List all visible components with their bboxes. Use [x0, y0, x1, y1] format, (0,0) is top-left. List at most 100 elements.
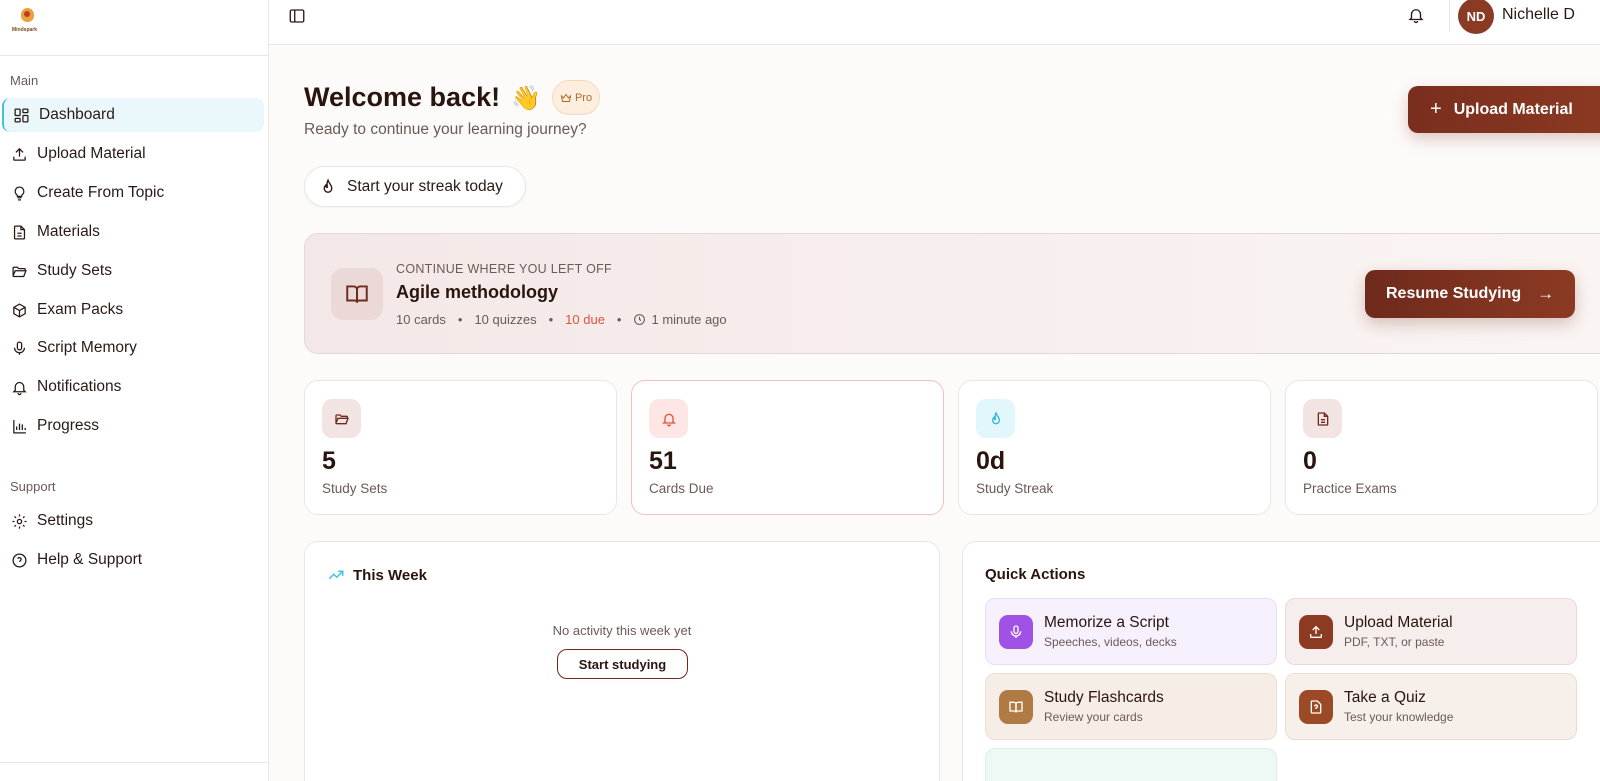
sidebar-item-help-support[interactable]: Help & Support: [2, 543, 264, 577]
quick-action-name: Upload Material: [1344, 614, 1453, 631]
notifications-bell-icon[interactable]: [1407, 6, 1425, 24]
topbar: ND Nichelle D: [269, 0, 1600, 45]
streak-pill[interactable]: Start your streak today: [304, 166, 526, 207]
qa-icon-box: [999, 615, 1033, 649]
upload-icon: [13, 147, 26, 161]
resume-studying-button[interactable]: Resume Studying →: [1365, 270, 1575, 318]
no-activity-text: No activity this week yet: [552, 623, 692, 638]
microphone-icon: [13, 340, 26, 355]
sidebar-item-label: Dashboard: [39, 106, 115, 123]
wave-emoji: 👋: [511, 85, 541, 112]
sidebar-item-label: Notifications: [37, 378, 122, 395]
nav-section-support: Support: [10, 479, 56, 494]
meta-separator: •: [616, 312, 622, 327]
sidebar-item-label: Progress: [37, 417, 100, 434]
document-icon: [13, 224, 26, 240]
user-name[interactable]: Nichelle D: [1502, 6, 1575, 24]
quick-action-name: Memorize a Script: [1044, 614, 1169, 631]
folder-icon: [334, 413, 349, 424]
upload-material-button-label: Upload Material: [1453, 100, 1573, 118]
stat-label: Study Sets: [322, 481, 388, 496]
sidebar-item-label: Settings: [37, 512, 94, 529]
logo-area: Mindspark: [0, 0, 268, 56]
avatar[interactable]: ND: [1458, 0, 1494, 34]
stat-label: Practice Exams: [1303, 481, 1397, 496]
stat-icon-box: [322, 399, 361, 438]
quick-action-name: Study Flashcards: [1044, 689, 1164, 706]
sidebar-item-settings[interactable]: Settings: [2, 504, 264, 538]
due-count: 10 due: [565, 312, 605, 327]
package-icon: [13, 302, 26, 318]
sidebar-item-script-memory[interactable]: Script Memory: [2, 331, 264, 365]
bar-chart-icon: [13, 419, 26, 434]
quick-action-desc: Review your cards: [1044, 710, 1143, 724]
stat-value: 0: [1303, 447, 1317, 475]
stat-value: 5: [322, 447, 336, 475]
nav-section-main: Main: [10, 73, 39, 88]
sidebar-item-label: Script Memory: [37, 339, 137, 356]
sidebar-item-label: Help & Support: [37, 551, 143, 568]
sidebar-item-label: Create From Topic: [37, 184, 165, 201]
sidebar-item-materials[interactable]: Materials: [2, 215, 264, 249]
quick-actions-card: Quick Actions Memorize a Script Speeches…: [962, 541, 1600, 781]
flame-icon: [323, 177, 333, 193]
arrow-right-icon: →: [1537, 284, 1555, 303]
help-icon: [12, 552, 27, 568]
stat-icon-box: [1303, 399, 1342, 438]
sidebar-toggle-icon[interactable]: [288, 7, 306, 25]
quick-action-study-flashcards[interactable]: Study Flashcards Review your cards: [985, 673, 1277, 740]
quick-actions-title: Quick Actions: [985, 566, 1086, 583]
meta-separator: •: [457, 312, 463, 327]
upload-material-button[interactable]: + Upload Material: [1408, 86, 1600, 133]
sidebar: Mindspark Main Dashboard Upload Material…: [0, 0, 269, 781]
sidebar-bottom-divider: [0, 762, 268, 763]
stat-card-study-sets[interactable]: 5 Study Sets: [304, 380, 617, 515]
start-studying-button[interactable]: Start studying: [557, 649, 688, 679]
sidebar-item-upload-material[interactable]: Upload Material: [2, 137, 264, 171]
qa-icon-box: [1299, 615, 1333, 649]
app-logo[interactable]: Mindspark: [12, 8, 42, 36]
quick-action-upload-material[interactable]: Upload Material PDF, TXT, or paste: [1285, 598, 1577, 665]
continue-title[interactable]: Agile methodology: [396, 282, 558, 303]
sidebar-item-notifications[interactable]: Notifications: [2, 370, 264, 404]
stat-card-study-streak[interactable]: 0d Study Streak: [958, 380, 1271, 515]
clock-icon: [634, 314, 646, 325]
continue-book-box: [331, 268, 383, 320]
flame-icon: [991, 410, 1000, 424]
lightbulb-icon: [14, 185, 25, 201]
quizzes-count: 10 quizzes: [474, 312, 537, 327]
sidebar-item-dashboard[interactable]: Dashboard: [2, 98, 264, 132]
stat-label: Cards Due: [649, 481, 714, 496]
plus-icon: +: [1430, 98, 1442, 120]
sidebar-item-exam-packs[interactable]: Exam Packs: [2, 293, 264, 327]
quick-action-partial[interactable]: [985, 748, 1277, 781]
sidebar-item-label: Materials: [37, 223, 100, 240]
sidebar-item-progress[interactable]: Progress: [2, 409, 264, 443]
stat-card-cards-due[interactable]: 51 Cards Due: [631, 380, 944, 515]
book-icon: [1009, 701, 1023, 713]
lightbulb-logo-icon: [21, 8, 34, 22]
page-title: Welcome back!: [304, 82, 501, 112]
pro-badge-label: Pro: [574, 91, 593, 104]
sidebar-item-label: Upload Material: [37, 145, 146, 162]
this-week-title-label: This Week: [353, 566, 427, 584]
stat-card-practice-exams[interactable]: 0 Practice Exams: [1285, 380, 1598, 515]
quick-action-take-quiz[interactable]: Take a Quiz Test your knowledge: [1285, 673, 1577, 740]
continue-meta: 10 cards • 10 quizzes • 10 due • 1 minut…: [396, 312, 727, 327]
last-studied-time: 1 minute ago: [651, 312, 727, 327]
quick-action-memorize-script[interactable]: Memorize a Script Speeches, videos, deck…: [985, 598, 1277, 665]
sidebar-item-study-sets[interactable]: Study Sets: [2, 254, 264, 288]
this-week-card: This Week No activity this week yet Star…: [304, 541, 940, 781]
quick-action-desc: Speeches, videos, decks: [1044, 635, 1177, 649]
quiz-icon: [1310, 700, 1322, 714]
stat-value: 51: [649, 447, 677, 475]
this-week-title: This Week: [327, 566, 427, 584]
logo-text: Mindspark: [12, 27, 38, 33]
pro-badge: Pro: [552, 80, 600, 115]
stat-label: Study Streak: [976, 481, 1054, 496]
microphone-icon: [1010, 625, 1022, 638]
sidebar-item-create-from-topic[interactable]: Create From Topic: [2, 176, 264, 210]
crown-icon: [560, 93, 572, 102]
sidebar-item-label: Exam Packs: [37, 301, 124, 318]
continue-label: CONTINUE WHERE YOU LEFT OFF: [396, 262, 612, 276]
